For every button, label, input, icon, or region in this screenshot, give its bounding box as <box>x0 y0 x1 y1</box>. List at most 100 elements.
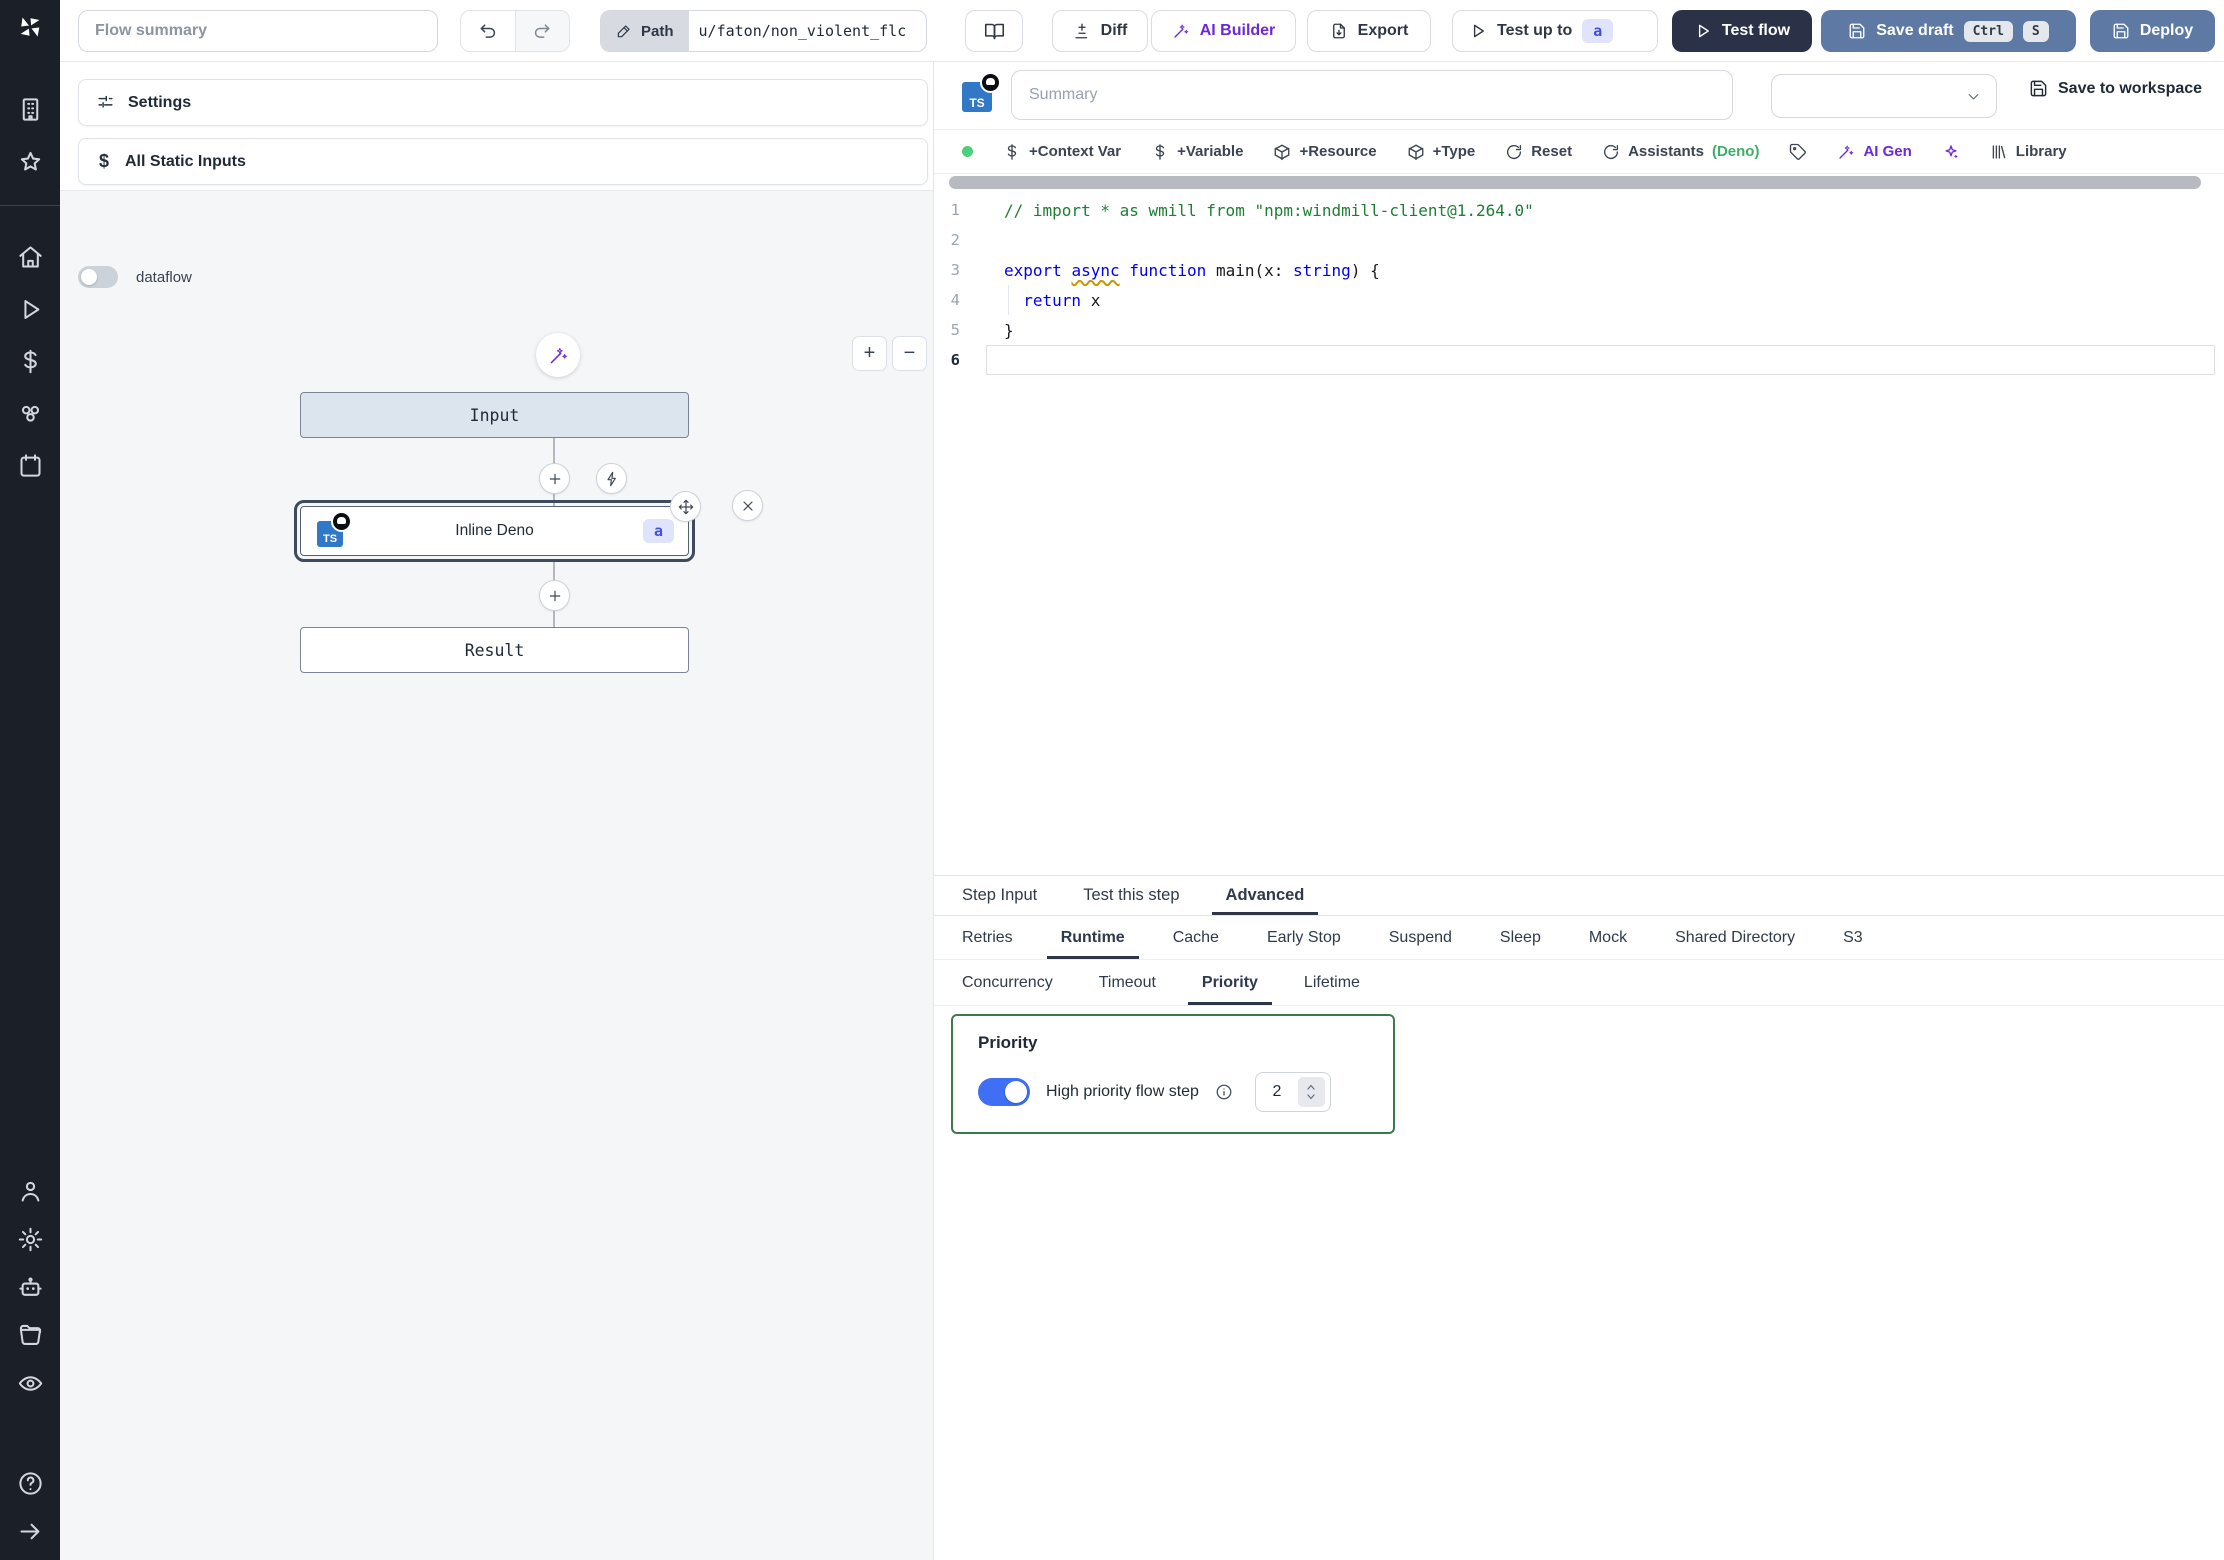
tab-suspend[interactable]: Suspend <box>1389 916 1452 959</box>
code-line[interactable]: 3export async function main(x: string) { <box>934 255 2224 285</box>
calendar-icon[interactable] <box>17 452 44 479</box>
reset-button[interactable]: Reset <box>1505 143 1572 161</box>
deno-icon <box>980 72 1001 93</box>
code-line[interactable]: 4 return x <box>934 285 2224 315</box>
play-icon[interactable] <box>17 296 44 323</box>
language-status-dot <box>962 146 973 157</box>
step-summary-input[interactable] <box>1011 70 1733 120</box>
robot-icon[interactable] <box>17 1274 44 1301</box>
tab-concurrency[interactable]: Concurrency <box>962 960 1053 1005</box>
deploy-button[interactable]: Deploy <box>2090 10 2215 52</box>
tab-test-this-step[interactable]: Test this step <box>1083 876 1179 915</box>
add-type-button[interactable]: +Type <box>1407 143 1476 161</box>
ai-builder-button[interactable]: AI Builder <box>1151 10 1296 52</box>
undo-button[interactable] <box>461 11 515 51</box>
info-icon[interactable] <box>1215 1083 1233 1101</box>
high-priority-toggle[interactable] <box>978 1078 1030 1106</box>
user-icon[interactable] <box>17 1178 44 1205</box>
app-sidebar <box>0 0 60 1560</box>
top-toolbar: Path u/faton/non_violent_flc Diff AI Bui… <box>60 0 2224 62</box>
add-resource-button[interactable]: +Resource <box>1273 143 1376 161</box>
flow-result-node[interactable]: Result <box>300 627 689 673</box>
tab-cache[interactable]: Cache <box>1173 916 1219 959</box>
tag-button[interactable] <box>1789 143 1807 161</box>
dollar-icon[interactable] <box>17 348 44 375</box>
save-to-workspace-button[interactable]: Save to workspace <box>2029 79 2202 98</box>
test-flow-label: Test flow <box>1722 22 1790 40</box>
tab-retries[interactable]: Retries <box>962 916 1013 959</box>
flow-summary-input[interactable] <box>78 10 438 52</box>
tab-sleep[interactable]: Sleep <box>1500 916 1541 959</box>
flow-graph-canvas[interactable]: dataflow + − Input TS <box>60 190 933 1560</box>
worker-group-select[interactable] <box>1771 74 1997 118</box>
deploy-label: Deploy <box>2140 22 2193 40</box>
insert-step-after-button[interactable] <box>539 580 570 611</box>
edit-path-button[interactable]: Path <box>601 11 689 51</box>
tab-shared-directory[interactable]: Shared Directory <box>1675 916 1795 959</box>
sliders-icon <box>96 93 115 112</box>
folder-icon[interactable] <box>17 1322 44 1349</box>
code-line[interactable]: 5} <box>934 315 2224 345</box>
sparkle-button[interactable] <box>1942 143 1960 161</box>
assistants-button-suffix: (Deno) <box>1712 143 1760 160</box>
add-context-var-button[interactable]: +Context Var <box>1003 143 1121 161</box>
tab-runtime[interactable]: Runtime <box>1061 916 1125 959</box>
eye-icon[interactable] <box>17 1370 44 1397</box>
tab-timeout[interactable]: Timeout <box>1099 960 1156 1005</box>
toolbar-scrollbar[interactable] <box>949 176 2201 189</box>
priority-number-input[interactable]: 2 <box>1255 1072 1331 1112</box>
delete-step-button[interactable] <box>732 490 763 521</box>
add-variable-button[interactable]: +Variable <box>1151 143 1243 161</box>
play-icon <box>1694 22 1712 40</box>
number-stepper[interactable] <box>1298 1077 1325 1107</box>
arrow-right-icon[interactable] <box>17 1518 44 1545</box>
tab-mock[interactable]: Mock <box>1589 916 1627 959</box>
tab-advanced[interactable]: Advanced <box>1226 876 1305 915</box>
insert-trigger-button[interactable] <box>596 463 627 494</box>
star-icon[interactable] <box>17 149 44 176</box>
flow-input-node[interactable]: Input <box>300 392 689 438</box>
assistants-button[interactable]: Assistants(Deno) <box>1602 143 1759 161</box>
code-line[interactable]: 1// import * as wmill from "npm:windmill… <box>934 195 2224 225</box>
test-flow-button[interactable]: Test flow <box>1672 10 1812 52</box>
save-draft-button[interactable]: Save draft Ctrl S <box>1821 10 2076 52</box>
home-icon[interactable] <box>17 244 44 271</box>
zoom-out-button[interactable]: − <box>892 336 927 371</box>
code-editor[interactable]: 1// import * as wmill from "npm:windmill… <box>934 195 2224 875</box>
code-line[interactable]: 6 <box>934 345 2224 375</box>
all-static-inputs-button[interactable]: $ All Static Inputs <box>78 138 928 185</box>
building-icon[interactable] <box>17 96 44 123</box>
help-icon[interactable] <box>17 1470 44 1497</box>
path-value[interactable]: u/faton/non_violent_flc <box>689 11 926 51</box>
line-number: 4 <box>934 291 986 309</box>
save-draft-label: Save draft <box>1876 22 1953 40</box>
tag-icon <box>1789 143 1807 161</box>
dataflow-toggle[interactable] <box>78 266 118 288</box>
close-icon <box>740 498 756 514</box>
tab-step-input[interactable]: Step Input <box>962 876 1037 915</box>
tab-priority[interactable]: Priority <box>1202 960 1258 1005</box>
gear-icon[interactable] <box>17 1226 44 1253</box>
inline-deno-step-node[interactable]: TS Inline Deno a <box>300 506 689 556</box>
library-button[interactable]: Library <box>1990 143 2067 161</box>
move-step-button[interactable] <box>670 491 701 522</box>
redo-button[interactable] <box>515 11 570 51</box>
circles-icon[interactable] <box>17 400 44 427</box>
flow-settings-button[interactable]: Settings <box>78 79 928 126</box>
tab-s3[interactable]: S3 <box>1843 916 1863 959</box>
zoom-in-button[interactable]: + <box>852 336 887 371</box>
ai-flow-wand-button[interactable] <box>536 333 580 377</box>
kbd-s: S <box>2023 21 2049 42</box>
code-text: export async function main(x: string) { <box>986 255 2224 285</box>
plus-icon <box>547 588 563 604</box>
code-line[interactable]: 2 <box>934 225 2224 255</box>
tab-lifetime[interactable]: Lifetime <box>1304 960 1360 1005</box>
insert-step-button[interactable] <box>539 463 570 494</box>
test-up-to-button[interactable]: Test up to a <box>1452 10 1658 52</box>
diff-button[interactable]: Diff <box>1052 10 1148 52</box>
windmill-logo-icon[interactable] <box>15 12 45 42</box>
docs-button[interactable] <box>965 10 1023 52</box>
tab-early-stop[interactable]: Early Stop <box>1267 916 1341 959</box>
ai-gen-button[interactable]: AI Gen <box>1837 143 1911 161</box>
export-button[interactable]: Export <box>1307 10 1431 52</box>
